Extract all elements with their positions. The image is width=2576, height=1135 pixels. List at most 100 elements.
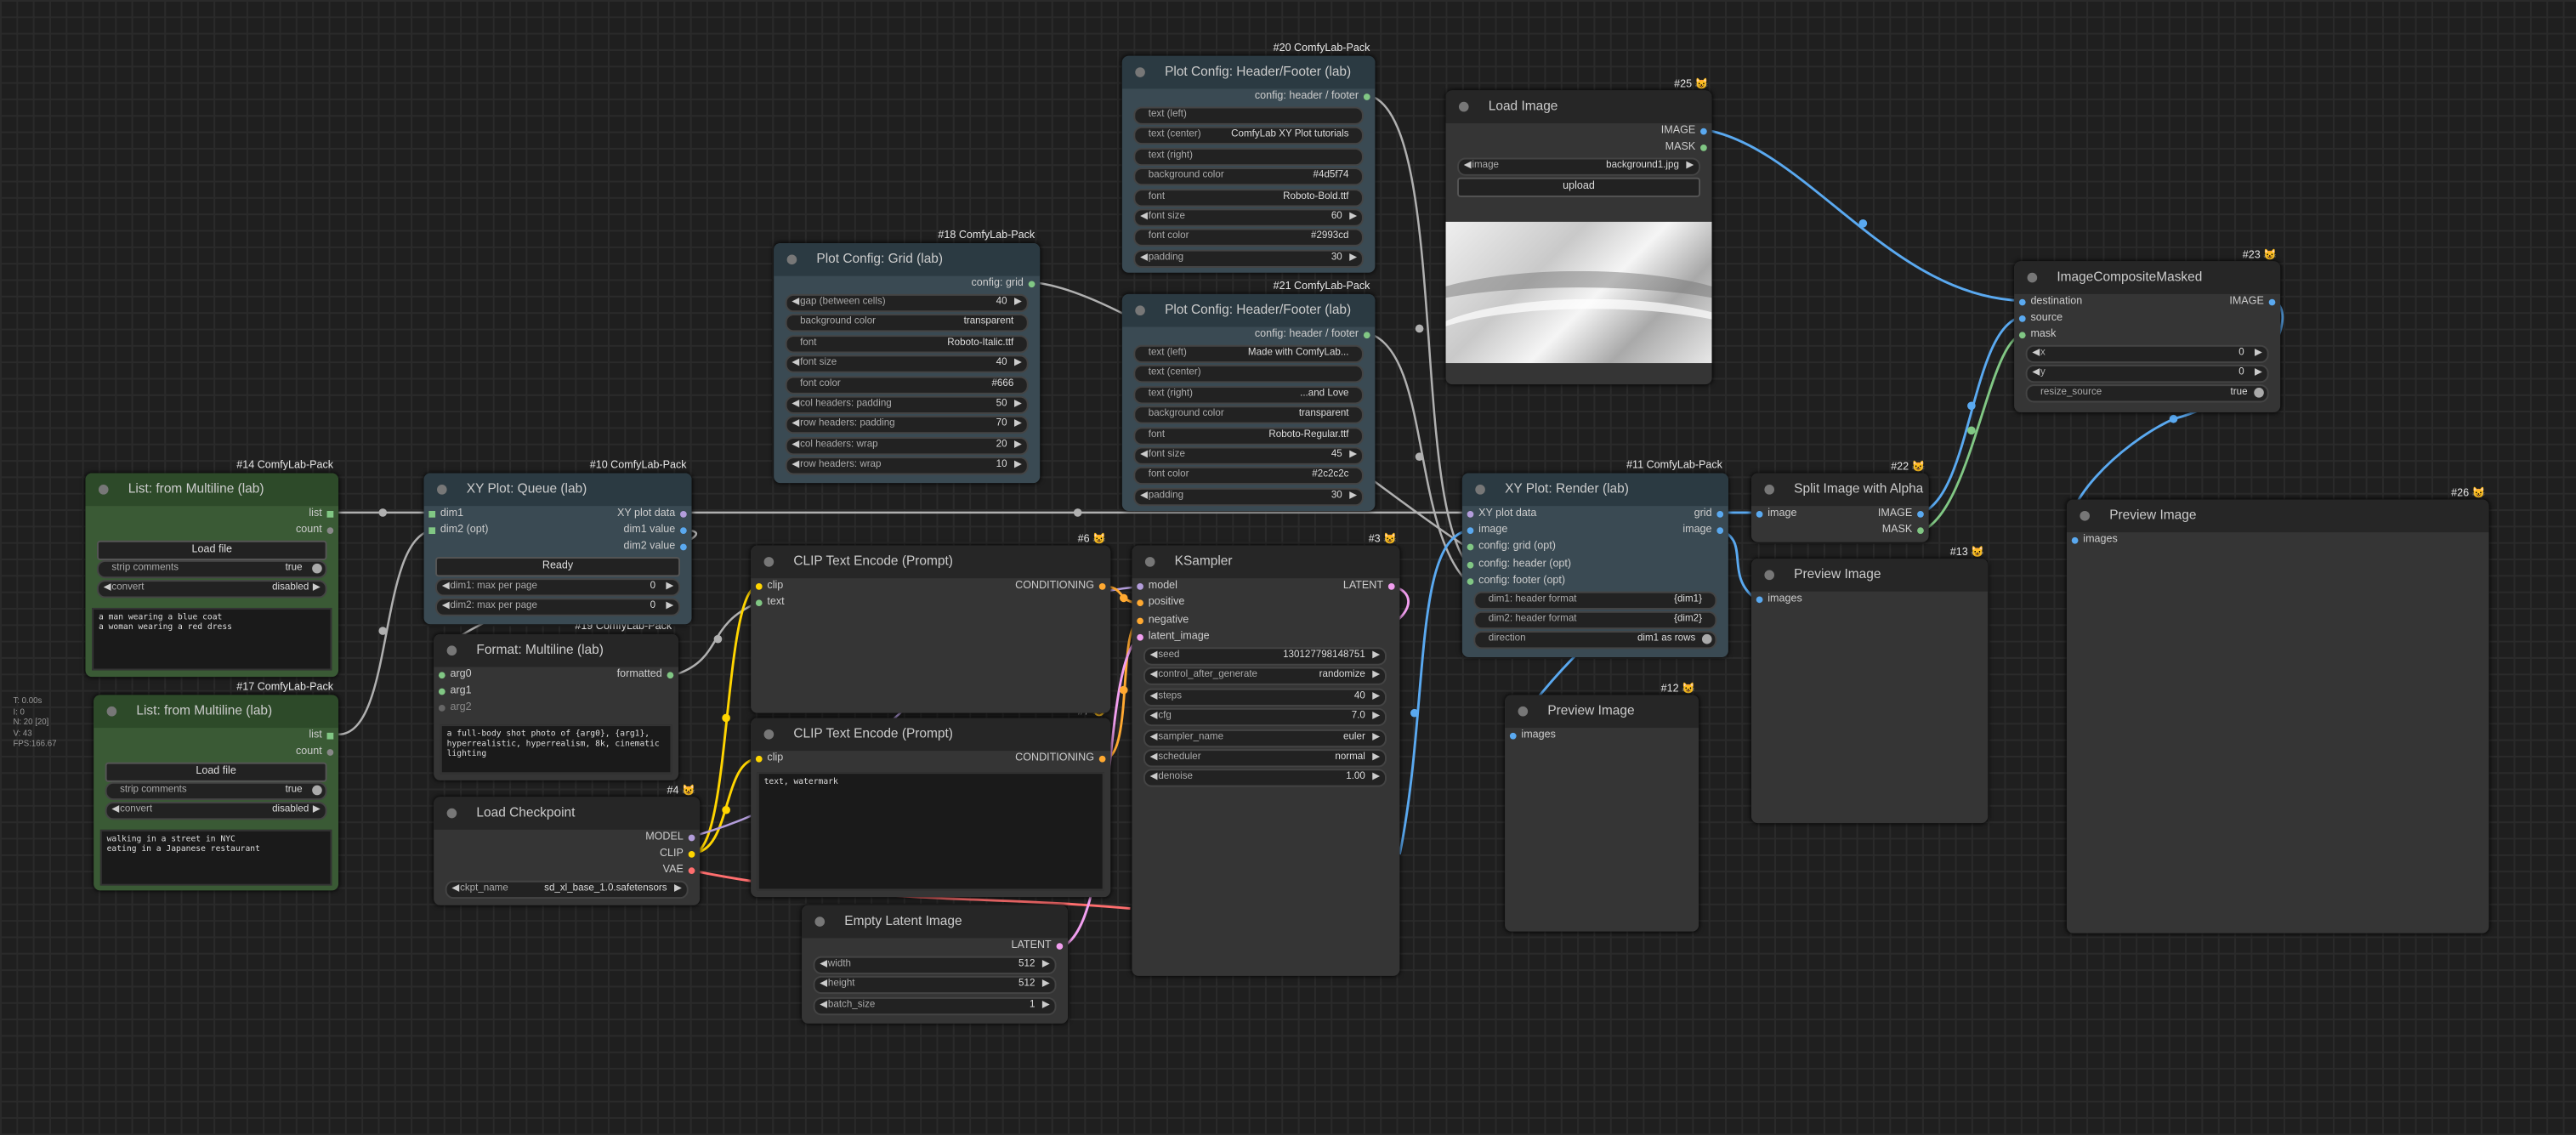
widget-text-right[interactable]: text (right) ...and Love	[1133, 385, 1364, 404]
arrow-left-icon[interactable]: ◀	[792, 398, 799, 412]
arrow-right-icon[interactable]: ▶	[1372, 649, 1380, 663]
output-latent[interactable]: LATENT	[1343, 578, 1395, 594]
input-xy-plot-data[interactable]: XY plot data	[1467, 506, 1536, 522]
load-file-button[interactable]: Load file	[105, 762, 327, 782]
node-xy-plot-render[interactable]: XY Plot: Render (lab) XY plot data image…	[1461, 473, 1728, 657]
widget-gap-between-cells[interactable]: ◀ gap (between cells) 40 ▶	[785, 293, 1029, 313]
arrow-right-icon[interactable]: ▶	[1372, 771, 1380, 786]
node-title[interactable]: Preview Image	[1505, 695, 1699, 729]
output-image[interactable]: IMAGE	[2229, 294, 2276, 310]
arrow-right-icon[interactable]: ▶	[1014, 398, 1022, 412]
resize-source-toggle[interactable]: resize_source true	[2025, 384, 2269, 403]
arrow-right-icon[interactable]: ▶	[1372, 690, 1380, 704]
convert-combo[interactable]: ◀ convert disabled ▶	[105, 802, 327, 820]
ready-button[interactable]: Ready	[435, 557, 681, 577]
node-xy-plot-queue[interactable]: XY Plot: Queue (lab) dim1 dim2 (opt) XY …	[423, 473, 692, 625]
input-dim1[interactable]: dim1	[428, 506, 463, 522]
output-grid[interactable]: grid	[1694, 506, 1724, 522]
widget-background-color[interactable]: background color transparent	[1133, 406, 1364, 424]
widget-sampler-name[interactable]: ◀ sampler_name euler ▶	[1143, 729, 1387, 747]
input-dim2[interactable]: dim2 (opt)	[428, 523, 488, 539]
multiline-textarea[interactable]: walking in a street in NYC eating in a J…	[99, 829, 332, 886]
output-mask[interactable]: MASK	[1665, 139, 1707, 156]
input-config-grid[interactable]: config: grid (opt)	[1467, 539, 1556, 555]
collapse-dot-icon[interactable]	[2080, 510, 2091, 521]
collapse-dot-icon[interactable]	[763, 729, 775, 740]
arrow-right-icon[interactable]: ▶	[1014, 459, 1022, 474]
arrow-left-icon[interactable]: ◀	[1150, 751, 1158, 765]
collapse-dot-icon[interactable]	[1144, 557, 1155, 567]
node-title[interactable]: Preview Image	[1750, 559, 1989, 592]
node-empty-latent-image[interactable]: Empty Latent Image LATENT ◀ width 512 ▶ ◀ hei…	[802, 905, 1069, 1024]
arrow-left-icon[interactable]: ◀	[792, 459, 799, 474]
collapse-dot-icon[interactable]	[446, 808, 457, 819]
widget-font-size[interactable]: ◀ font size 45 ▶	[1133, 446, 1364, 465]
input-source[interactable]: source	[2018, 310, 2063, 326]
node-title[interactable]: ImageCompositeMasked	[2014, 261, 2281, 294]
widget-font[interactable]: font Roboto-Italic.ttf	[785, 334, 1029, 354]
ckpt-name-combo[interactable]: ◀ ckpt_name sd_xl_base_1.0.safetensors ▶	[445, 880, 689, 899]
arrow-left-icon[interactable]: ◀	[1150, 649, 1158, 663]
output-list[interactable]: list	[309, 506, 334, 522]
arrow-left-icon[interactable]: ◀	[1140, 210, 1148, 224]
widget-font-size[interactable]: ◀ font size 60 ▶	[1133, 208, 1364, 227]
arrow-right-icon[interactable]: ▶	[1014, 296, 1022, 310]
widget-font[interactable]: font Roboto-Bold.ttf	[1133, 188, 1364, 207]
load-file-button[interactable]: Load file	[97, 540, 327, 560]
output-count[interactable]: count	[296, 523, 334, 539]
node-title[interactable]: Plot Config: Header/Footer (lab)	[1121, 293, 1376, 327]
widget-font[interactable]: font Roboto-Regular.ttf	[1133, 426, 1364, 445]
multiline-textarea[interactable]: a man wearing a blue coat a woman wearin…	[92, 607, 332, 671]
output-dim2-value[interactable]: dim2 value	[623, 539, 687, 555]
node-title[interactable]: Split Image with Alpha	[1750, 473, 1929, 507]
node-preview-image-13[interactable]: Preview Image images	[1750, 559, 1989, 824]
input-positive[interactable]: positive	[1137, 595, 1184, 611]
arrow-left-icon[interactable]: ◀	[792, 418, 799, 433]
arrow-right-icon[interactable]: ▶	[1042, 958, 1050, 973]
dim1-header-format[interactable]: dim1: header format {dim1}	[1473, 591, 1717, 610]
output-image[interactable]: image	[1682, 523, 1724, 539]
widget-font-size[interactable]: ◀ font size 40 ▶	[785, 355, 1029, 374]
input-config-header[interactable]: config: header (opt)	[1467, 557, 1571, 573]
input-latent-image[interactable]: latent_image	[1137, 629, 1210, 645]
arrow-left-icon[interactable]: ◀	[792, 296, 799, 310]
collapse-dot-icon[interactable]	[1764, 485, 1774, 495]
widget-scheduler[interactable]: ◀ scheduler normal ▶	[1143, 749, 1387, 768]
output-count[interactable]: count	[296, 744, 334, 760]
arrow-left-icon[interactable]: ◀	[1150, 690, 1158, 704]
collapse-dot-icon[interactable]	[786, 254, 797, 265]
input-destination[interactable]: destination	[2018, 294, 2082, 310]
collapse-dot-icon[interactable]	[446, 645, 457, 656]
upload-button[interactable]: upload	[1457, 177, 1701, 197]
widget-steps[interactable]: ◀ steps 40 ▶	[1143, 688, 1387, 707]
output-mask[interactable]: MASK	[1882, 523, 1924, 539]
node-title[interactable]: CLIP Text Encode (Prompt)	[751, 545, 1111, 579]
widget-text-right[interactable]: text (right)	[1133, 147, 1364, 166]
arrow-left-icon[interactable]: ◀	[1150, 771, 1158, 786]
arrow-left-icon[interactable]: ◀	[1150, 730, 1158, 745]
node-format-multiline[interactable]: Format: Multiline (lab) arg0 arg1 arg2 f…	[434, 633, 679, 780]
widget-text-center[interactable]: text (center) ComfyLab XY Plot tutorials	[1133, 127, 1364, 145]
widget-text-left[interactable]: text (left)	[1133, 106, 1364, 125]
arrow-right-icon[interactable]: ▶	[1014, 418, 1022, 433]
input-image[interactable]: image	[1756, 506, 1797, 522]
node-title[interactable]: List: from Multiline (lab)	[94, 695, 339, 729]
y-number[interactable]: ◀ y 0 ▶	[2025, 364, 2269, 383]
output-conditioning[interactable]: CONDITIONING	[1015, 578, 1106, 594]
node-ksampler[interactable]: KSampler model positive negative latent_…	[1132, 545, 1400, 976]
node-clip-text-encode-positive[interactable]: CLIP Text Encode (Prompt) clip text COND…	[751, 545, 1111, 713]
output-latent[interactable]: LATENT	[1011, 938, 1064, 954]
arrow-left-icon[interactable]: ◀	[1150, 710, 1158, 724]
arrow-left-icon[interactable]: ◀	[1140, 489, 1148, 503]
prompt-textarea[interactable]: text, watermark	[757, 772, 1104, 891]
output-formatted[interactable]: formatted	[617, 667, 674, 684]
output-image[interactable]: IMAGE	[1878, 506, 1924, 522]
output-vae[interactable]: VAE	[663, 863, 695, 879]
widget-cfg[interactable]: ◀ cfg 7.0 ▶	[1143, 708, 1387, 727]
collapse-dot-icon[interactable]	[1135, 67, 1145, 77]
arrow-right-icon[interactable]: ▶	[1349, 210, 1357, 224]
collapse-dot-icon[interactable]	[1764, 570, 1774, 581]
node-title[interactable]: XY Plot: Queue (lab)	[423, 473, 692, 507]
node-plot-config-grid[interactable]: Plot Config: Grid (lab) config: grid ◀ ga…	[774, 242, 1041, 484]
dim2-max-per-page[interactable]: ◀ dim2: max per page 0 ▶	[435, 598, 681, 616]
